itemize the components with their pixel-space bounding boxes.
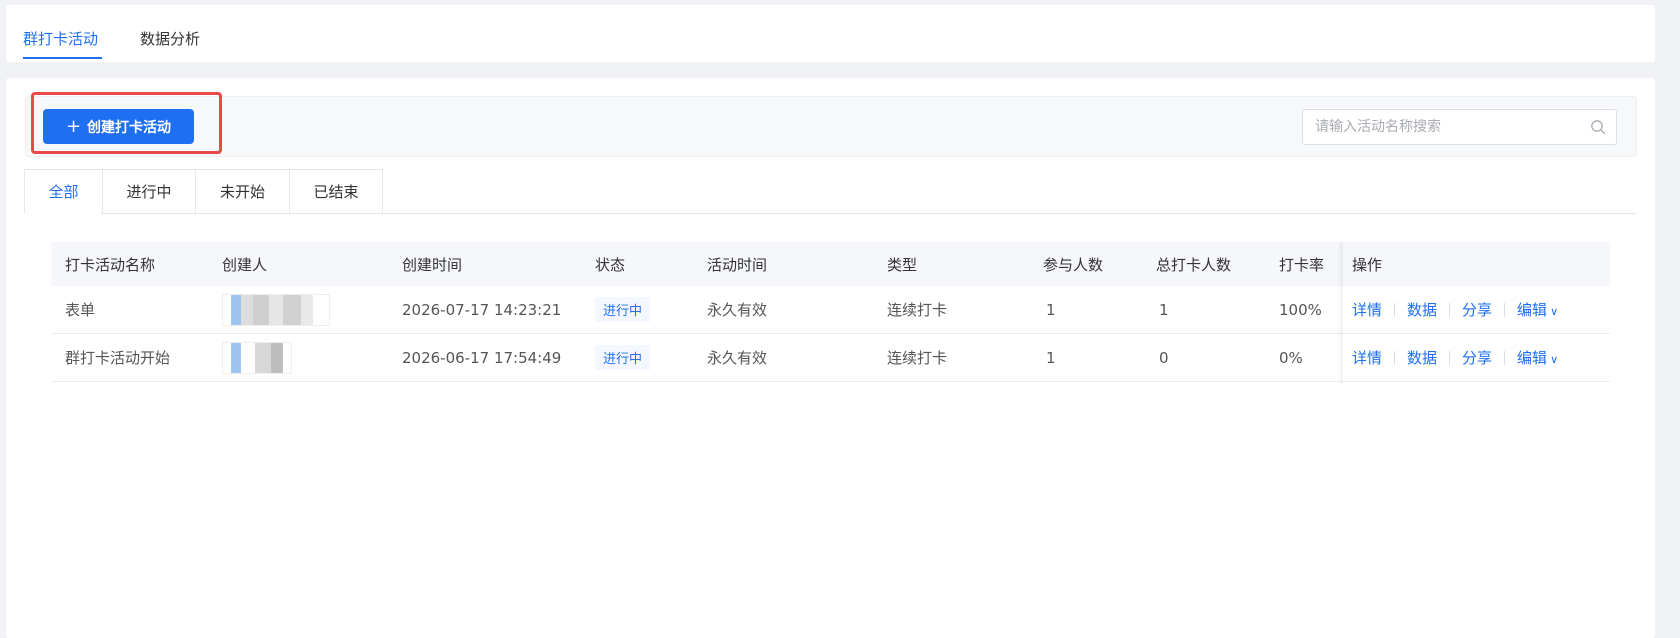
header-name: 打卡活动名称 xyxy=(65,255,156,274)
tab-group-checkin[interactable]: 群打卡活动 xyxy=(23,28,98,49)
activity-name: 表单 xyxy=(65,301,96,319)
fixed-column-shadow xyxy=(1337,242,1343,383)
activity-table: 打卡活动名称 创建人 创建时间 状态 活动时间 类型 参与人数 总打卡人数 打卡… xyxy=(51,242,1610,382)
subtab-ongoing[interactable]: 进行中 xyxy=(102,169,196,214)
activity-type: 连续打卡 xyxy=(887,301,948,319)
header-period: 活动时间 xyxy=(707,255,768,274)
creator-avatar xyxy=(222,286,330,333)
chevron-down-icon: ∨ xyxy=(1550,305,1559,318)
header-created-at: 创建时间 xyxy=(402,255,463,274)
tab-data-analysis[interactable]: 数据分析 xyxy=(140,28,200,49)
header-creator: 创建人 xyxy=(222,255,268,274)
status-badge: 进行中 xyxy=(595,334,651,381)
header-actions: 操作 xyxy=(1352,255,1383,274)
data-link[interactable]: 数据 xyxy=(1407,299,1437,320)
share-link[interactable]: 分享 xyxy=(1462,299,1492,320)
checkin-rate: 0% xyxy=(1279,348,1303,367)
activity-period: 永久有效 xyxy=(707,349,768,367)
top-tabs-card xyxy=(6,5,1655,62)
activity-period: 永久有效 xyxy=(707,301,768,319)
activity-name: 群打卡活动开始 xyxy=(65,349,171,367)
subtab-all[interactable]: 全部 xyxy=(24,169,103,214)
subtab-not-started[interactable]: 未开始 xyxy=(195,169,290,214)
header-status: 状态 xyxy=(595,255,626,274)
search-input[interactable] xyxy=(1303,110,1583,144)
highlight-annotation-box xyxy=(31,92,222,154)
participants-count: 1 xyxy=(1046,300,1056,319)
header-type: 类型 xyxy=(887,255,918,274)
detail-link[interactable]: 详情 xyxy=(1352,347,1382,368)
action-separator xyxy=(1394,350,1396,365)
created-at: 2026-07-17 14:23:21 xyxy=(402,300,562,319)
checkin-rate: 100% xyxy=(1279,300,1322,319)
subtab-ended[interactable]: 已结束 xyxy=(289,169,383,214)
header-total-checkins: 总打卡人数 xyxy=(1156,255,1232,274)
creator-avatar xyxy=(222,334,292,381)
search-box xyxy=(1302,109,1617,145)
action-separator xyxy=(1394,302,1396,317)
detail-link[interactable]: 详情 xyxy=(1352,299,1382,320)
chevron-down-icon: ∨ xyxy=(1550,353,1559,366)
activity-type: 连续打卡 xyxy=(887,349,948,367)
table-row: 群打卡活动开始 2026-06-17 17:54:49 进行中 永久有效 连续打… xyxy=(51,334,1610,382)
total-checkins: 0 xyxy=(1159,348,1169,367)
participants-count: 1 xyxy=(1046,348,1056,367)
edit-dropdown[interactable]: 编辑 ∨ xyxy=(1517,299,1558,320)
action-separator xyxy=(1449,302,1451,317)
active-tab-indicator xyxy=(23,57,102,59)
action-separator xyxy=(1449,350,1451,365)
header-participants: 参与人数 xyxy=(1043,255,1104,274)
search-icon[interactable] xyxy=(1590,119,1606,135)
table-row: 表单 2026-07-17 14:23:21 进行中 永久有效 连续打卡 1 1… xyxy=(51,286,1610,334)
action-separator xyxy=(1504,302,1506,317)
edit-dropdown[interactable]: 编辑 ∨ xyxy=(1517,347,1558,368)
total-checkins: 1 xyxy=(1159,300,1169,319)
header-rate: 打卡率 xyxy=(1279,255,1325,274)
share-link[interactable]: 分享 xyxy=(1462,347,1492,368)
created-at: 2026-06-17 17:54:49 xyxy=(402,348,562,367)
action-separator xyxy=(1504,350,1506,365)
row-actions: 详情 数据 分享 编辑 ∨ xyxy=(1352,286,1558,333)
data-link[interactable]: 数据 xyxy=(1407,347,1437,368)
table-header: 打卡活动名称 创建人 创建时间 状态 活动时间 类型 参与人数 总打卡人数 打卡… xyxy=(51,242,1610,286)
status-badge: 进行中 xyxy=(595,286,651,333)
row-actions: 详情 数据 分享 编辑 ∨ xyxy=(1352,334,1558,381)
page-right-gutter xyxy=(1657,0,1680,630)
